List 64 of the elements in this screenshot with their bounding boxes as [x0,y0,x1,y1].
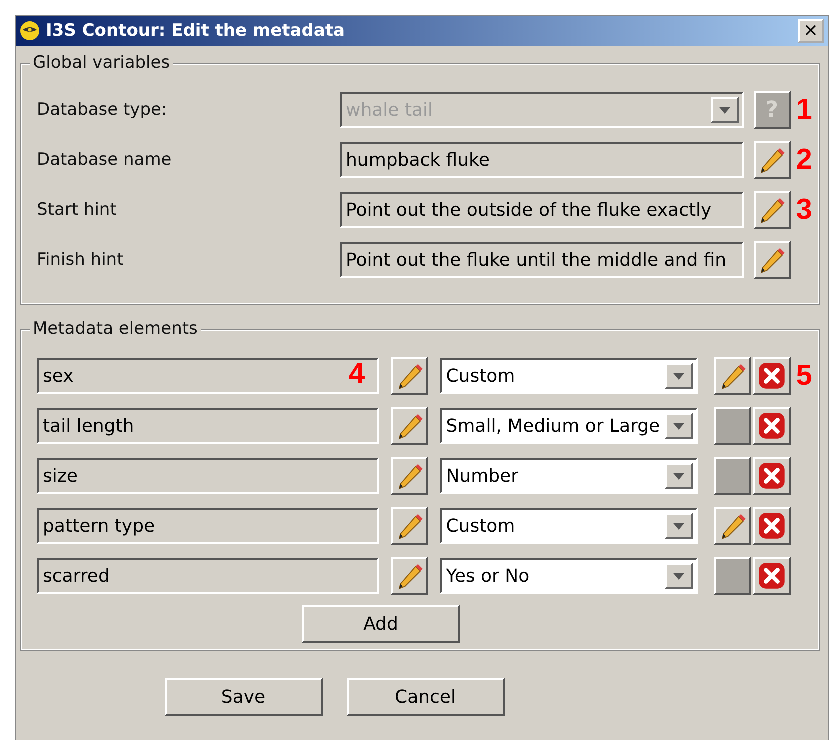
delete-icon [758,412,786,440]
caret-icon [673,572,686,580]
dropdown-arrow-button[interactable] [665,513,694,539]
delete-icon [758,512,786,540]
dropdown-arrow-button[interactable] [665,463,694,489]
edit-button[interactable] [754,141,791,179]
edit-type-button[interactable] [714,457,752,495]
edit-button[interactable] [754,191,791,229]
dropdown[interactable]: Custom [440,508,698,544]
window-title: I3S Contour: Edit the metadata [46,21,346,41]
text-field[interactable]: Point out the fluke until the middle and fin [340,242,744,278]
pencil-icon [758,196,786,224]
delete-button[interactable] [753,457,791,495]
close-button[interactable]: × [798,19,824,43]
name-field[interactable]: size [37,458,380,494]
delete-button[interactable] [753,557,791,595]
dropdown[interactable]: Number [440,458,698,494]
dropdown[interactable]: Yes or No [440,558,698,594]
edit-button[interactable] [391,507,428,545]
caret-icon [673,472,686,480]
caret-icon [673,522,686,530]
dropdown-arrow-button[interactable] [665,563,694,589]
field-label: Database type: [37,100,168,120]
cancel-button[interactable]: Cancel [346,678,504,716]
annotation-number: 5 [796,362,812,390]
dropdown[interactable]: Custom [440,358,698,394]
delete-button[interactable] [753,407,791,445]
dropdown[interactable]: Small, Medium or Large [440,408,698,444]
caret-icon [718,106,731,114]
delete-button[interactable] [753,357,791,395]
edit-type-button[interactable] [714,507,752,545]
annotation-number: 4 [349,360,366,389]
edit-type-button[interactable] [714,557,752,595]
delete-icon [758,362,786,390]
name-field[interactable]: tail length [37,408,380,444]
annotation-number: 1 [796,96,812,124]
edit-button[interactable] [754,241,791,279]
edit-type-button[interactable] [714,357,752,395]
edit-type-button[interactable] [714,407,752,445]
name-field[interactable]: scarred [37,558,380,594]
annotation-number: 2 [796,146,812,174]
field-label: Database name [37,150,173,170]
field-label: Start hint [37,200,118,220]
pencil-icon [758,246,786,274]
delete-button[interactable] [753,507,791,545]
edit-button[interactable] [391,557,428,595]
delete-icon [758,462,786,490]
field-label: Finish hint [37,250,125,270]
app-logo-icon [20,21,40,41]
add-button[interactable]: Add [302,605,460,643]
edit-button[interactable] [391,357,428,395]
edit-button[interactable] [391,407,428,445]
dropdown-arrow-button[interactable] [665,363,694,389]
caret-icon [673,372,686,380]
delete-icon [758,562,786,590]
dropdown-arrow-button[interactable] [665,413,694,439]
annotation-number: 3 [796,196,812,224]
save-button[interactable]: Save [164,678,322,716]
text-field[interactable]: humpback fluke [340,142,744,178]
name-field[interactable]: pattern type [37,508,380,544]
edit-button[interactable] [391,457,428,495]
pencil-icon [758,146,786,174]
caret-icon [673,422,686,430]
text-field[interactable]: Point out the outside of the fluke exactly [340,192,744,228]
